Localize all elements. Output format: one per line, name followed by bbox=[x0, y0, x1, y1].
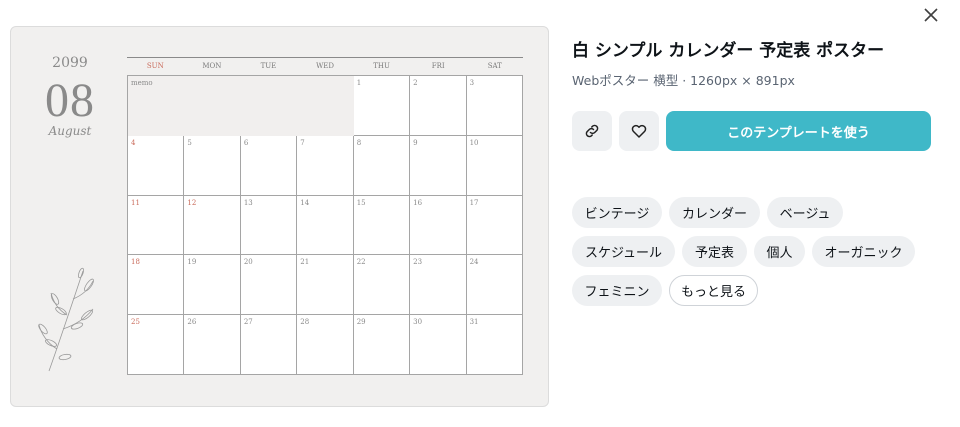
weekday-label: TUE bbox=[260, 62, 277, 70]
day-cell: 28 bbox=[297, 315, 354, 375]
template-subtitle: Webポスター 横型 · 1260px × 891px bbox=[572, 73, 795, 88]
day-cell: 30 bbox=[410, 315, 467, 375]
day-cell: 4 bbox=[128, 135, 185, 196]
favorite-button[interactable] bbox=[619, 111, 659, 151]
use-template-button[interactable]: このテンプレートを使う bbox=[666, 111, 931, 151]
day-number: 5 bbox=[187, 138, 192, 147]
day-number: 13 bbox=[243, 198, 253, 207]
weekday-label: FRI bbox=[431, 62, 445, 70]
weekday-label: WED bbox=[316, 62, 334, 70]
copy-link-button[interactable] bbox=[572, 111, 612, 151]
close-icon[interactable] bbox=[922, 6, 940, 24]
tag-chip[interactable]: 予定表 bbox=[682, 236, 747, 267]
day-number: 26 bbox=[187, 318, 197, 327]
day-number: 30 bbox=[413, 318, 423, 327]
calendar-year: 2099 bbox=[52, 55, 88, 71]
day-number: 25 bbox=[131, 318, 140, 327]
day-number: 4 bbox=[131, 138, 136, 147]
day-cell: 11 bbox=[128, 195, 185, 256]
link-icon bbox=[585, 124, 599, 138]
day-number: 20 bbox=[243, 258, 253, 267]
day-cell: 9 bbox=[410, 135, 467, 196]
day-cell: 12 bbox=[184, 195, 241, 256]
day-number: 17 bbox=[469, 198, 479, 207]
botanical-sprig-illustration bbox=[38, 267, 94, 372]
day-cell: 3 bbox=[466, 76, 523, 136]
day-number: 8 bbox=[356, 138, 362, 147]
day-number: 24 bbox=[469, 258, 479, 267]
day-cell: 22 bbox=[353, 255, 411, 316]
heart-icon bbox=[631, 124, 647, 138]
day-cell: 19 bbox=[184, 255, 241, 316]
day-cell: 18 bbox=[128, 255, 185, 316]
day-number: 2 bbox=[413, 79, 418, 87]
weekday-label: SUN bbox=[146, 62, 164, 70]
day-cell: 5 bbox=[184, 135, 241, 196]
day-number: 31 bbox=[469, 318, 479, 327]
day-number: 23 bbox=[413, 258, 423, 267]
weekday-label: THU bbox=[373, 62, 390, 70]
day-cell: 13 bbox=[240, 195, 298, 256]
template-title: 白 シンプル カレンダー 予定表 ポスター bbox=[572, 41, 885, 61]
calendar-grid: memo 1 2 3 4 5 6 7 8 9 10 11 12 13 14 15… bbox=[127, 75, 523, 375]
show-more-tags-button[interactable]: もっと見る bbox=[669, 275, 758, 306]
day-number: 22 bbox=[356, 258, 366, 267]
tag-chip[interactable]: ビンテージ bbox=[572, 197, 662, 228]
day-cell: 14 bbox=[297, 195, 354, 256]
day-number: 10 bbox=[469, 138, 479, 147]
day-number: 16 bbox=[413, 198, 423, 207]
weekday-label: SAT bbox=[487, 62, 502, 70]
memo-cell: memo bbox=[128, 76, 354, 136]
calendar-top-rule bbox=[127, 57, 523, 58]
day-cell: 25 bbox=[128, 315, 185, 375]
day-number: 15 bbox=[356, 198, 366, 207]
weekday-header: SUN MON TUE WED THU FRI SAT bbox=[127, 62, 523, 74]
day-number: 1 bbox=[356, 79, 362, 87]
weekday-label: MON bbox=[202, 62, 222, 70]
day-cell: 21 bbox=[297, 255, 354, 316]
day-cell: 24 bbox=[466, 255, 523, 316]
day-cell: 20 bbox=[240, 255, 298, 316]
day-cell: 1 bbox=[353, 76, 411, 136]
tag-chip[interactable]: フェミニン bbox=[572, 275, 662, 306]
day-number: 27 bbox=[243, 318, 253, 327]
calendar-month-number: 08 bbox=[45, 74, 95, 127]
tag-chip[interactable]: ベージュ bbox=[767, 197, 843, 228]
day-number: 28 bbox=[300, 318, 310, 327]
day-cell: 16 bbox=[410, 195, 467, 256]
day-number: 18 bbox=[131, 258, 140, 267]
day-cell: 7 bbox=[297, 135, 354, 196]
tag-chip[interactable]: カレンダー bbox=[669, 197, 760, 228]
day-cell: 10 bbox=[466, 135, 523, 196]
day-cell: 31 bbox=[466, 315, 523, 375]
day-number: 3 bbox=[469, 79, 475, 87]
day-cell: 23 bbox=[410, 255, 467, 316]
template-preview[interactable]: 2099 08 August SUN MON TUE WED THU FRI S… bbox=[10, 26, 549, 407]
day-cell: 8 bbox=[353, 135, 411, 196]
day-number: 9 bbox=[413, 138, 418, 147]
day-number: 7 bbox=[300, 138, 305, 147]
day-number: 21 bbox=[300, 258, 310, 267]
day-cell: 17 bbox=[466, 195, 523, 256]
tag-chip[interactable]: 個人 bbox=[754, 236, 805, 267]
day-number: 11 bbox=[131, 198, 140, 207]
day-number: 12 bbox=[187, 198, 197, 207]
day-number: 6 bbox=[243, 138, 249, 147]
day-cell: 27 bbox=[240, 315, 298, 375]
day-cell: 15 bbox=[353, 195, 411, 256]
day-number: 14 bbox=[300, 198, 310, 207]
memo-label: memo bbox=[131, 79, 153, 87]
calendar-month-name: August bbox=[48, 124, 92, 138]
day-cell: 6 bbox=[240, 135, 298, 196]
tag-chip[interactable]: スケジュール bbox=[572, 236, 675, 267]
day-number: 29 bbox=[356, 318, 366, 327]
day-cell: 29 bbox=[353, 315, 411, 375]
tag-chip[interactable]: オーガニック bbox=[812, 236, 915, 267]
day-cell: 2 bbox=[410, 76, 467, 136]
day-cell: 26 bbox=[184, 315, 241, 375]
day-number: 19 bbox=[187, 258, 197, 267]
